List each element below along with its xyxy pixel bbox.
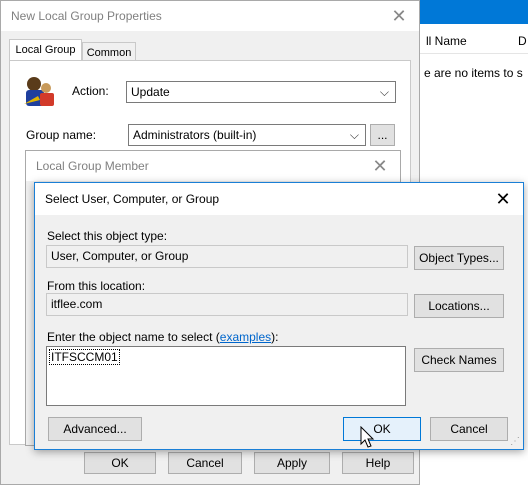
background-title-accent bbox=[420, 0, 528, 24]
resize-grip-icon[interactable]: ⋰ bbox=[510, 436, 522, 448]
close-icon[interactable]: ✕ bbox=[493, 183, 513, 215]
properties-apply-button[interactable]: Apply bbox=[254, 452, 330, 474]
select-ok-button[interactable]: OK bbox=[343, 417, 421, 441]
advanced-button[interactable]: Advanced... bbox=[48, 417, 142, 441]
member-title: Local Group Member bbox=[36, 159, 149, 173]
location-field: itflee.com bbox=[46, 293, 408, 316]
object-name-label: Enter the object name to select (example… bbox=[47, 330, 278, 344]
group-name-value: Administrators (built-in) bbox=[133, 128, 257, 142]
check-names-button[interactable]: Check Names bbox=[414, 348, 504, 372]
location-label: From this location: bbox=[47, 279, 146, 293]
properties-cancel-button[interactable]: Cancel bbox=[168, 452, 242, 474]
empty-list-message: e are no items to s bbox=[424, 66, 523, 80]
properties-titlebar: New Local Group Properties ✕ bbox=[1, 1, 419, 31]
properties-title: New Local Group Properties bbox=[11, 9, 162, 23]
column-header-name[interactable]: ll Name bbox=[426, 34, 467, 48]
object-type-field: User, Computer, or Group bbox=[46, 245, 408, 268]
select-dialog-title: Select User, Computer, or Group bbox=[45, 192, 220, 206]
action-label: Action: bbox=[72, 84, 109, 98]
browse-button[interactable]: ... bbox=[370, 124, 395, 146]
locations-button[interactable]: Locations... bbox=[414, 294, 504, 318]
action-dropdown[interactable]: Update ⌵ bbox=[126, 81, 396, 103]
close-icon[interactable]: ✕ bbox=[389, 1, 409, 31]
object-name-value: ITFSCCM01 bbox=[49, 349, 120, 365]
group-name-label: Group name: bbox=[26, 128, 97, 142]
group-name-combobox[interactable]: Administrators (built-in) ⌵ bbox=[128, 124, 366, 146]
object-name-label-suffix: ): bbox=[271, 330, 279, 344]
tab-local-group[interactable]: Local Group bbox=[9, 39, 82, 61]
properties-ok-button[interactable]: OK bbox=[84, 452, 156, 474]
object-name-label-prefix: Enter the object name to select ( bbox=[47, 330, 220, 344]
select-cancel-button[interactable]: Cancel bbox=[430, 417, 508, 441]
examples-link[interactable]: examples bbox=[220, 330, 271, 344]
chevron-down-icon: ⌵ bbox=[379, 85, 389, 99]
object-type-label: Select this object type: bbox=[47, 229, 168, 243]
column-header-d[interactable]: D bbox=[518, 34, 527, 48]
close-icon[interactable]: ✕ bbox=[370, 151, 390, 181]
chevron-down-icon: ⌵ bbox=[349, 128, 359, 142]
tab-common[interactable]: Common bbox=[82, 42, 136, 61]
object-types-button[interactable]: Object Types... bbox=[414, 246, 504, 270]
object-name-textarea[interactable]: ITFSCCM01 bbox=[46, 346, 406, 406]
mouse-cursor-icon bbox=[360, 425, 376, 450]
action-value: Update bbox=[131, 85, 170, 99]
member-titlebar: Local Group Member ✕ bbox=[26, 151, 400, 181]
select-dialog-titlebar: Select User, Computer, or Group ✕ bbox=[35, 183, 523, 215]
group-action-icon bbox=[20, 74, 58, 110]
properties-help-button[interactable]: Help bbox=[342, 452, 414, 474]
